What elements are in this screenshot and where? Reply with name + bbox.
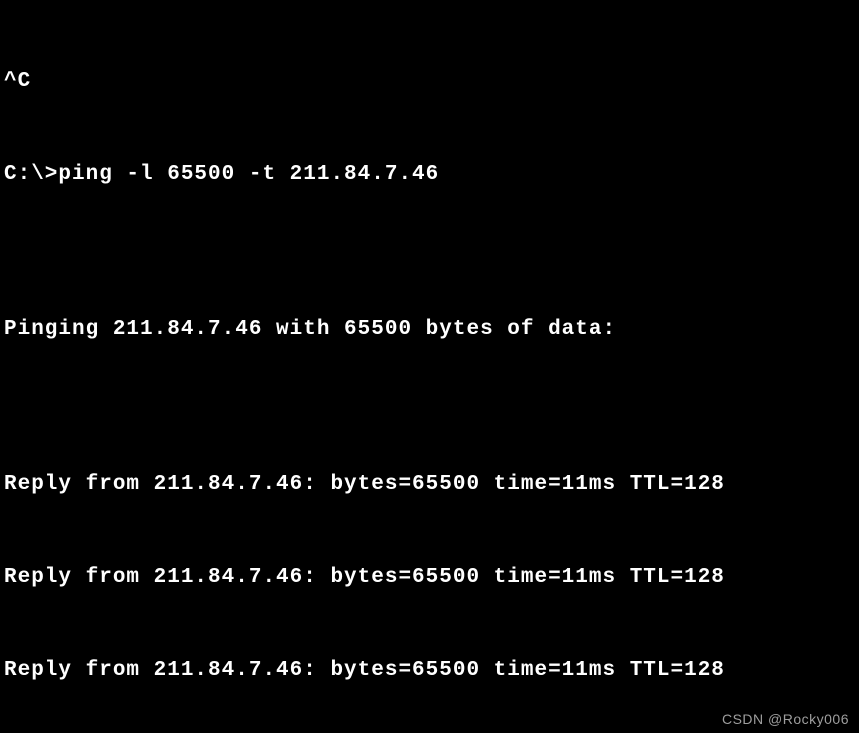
command-prompt-line: C:\>ping -l 65500 -t 211.84.7.46: [4, 159, 855, 190]
ping-reply-line: Reply from 211.84.7.46: bytes=65500 time…: [4, 562, 855, 593]
terminal-window[interactable]: ^C C:\>ping -l 65500 -t 211.84.7.46 Ping…: [0, 0, 859, 733]
pinging-header: Pinging 211.84.7.46 with 65500 bytes of …: [4, 314, 855, 345]
ping-reply-line: Reply from 211.84.7.46: bytes=65500 time…: [4, 469, 855, 500]
interrupt-signal: ^C: [4, 66, 855, 97]
watermark-text: CSDN @Rocky006: [722, 711, 849, 727]
ping-reply-line: Reply from 211.84.7.46: bytes=65500 time…: [4, 655, 855, 686]
